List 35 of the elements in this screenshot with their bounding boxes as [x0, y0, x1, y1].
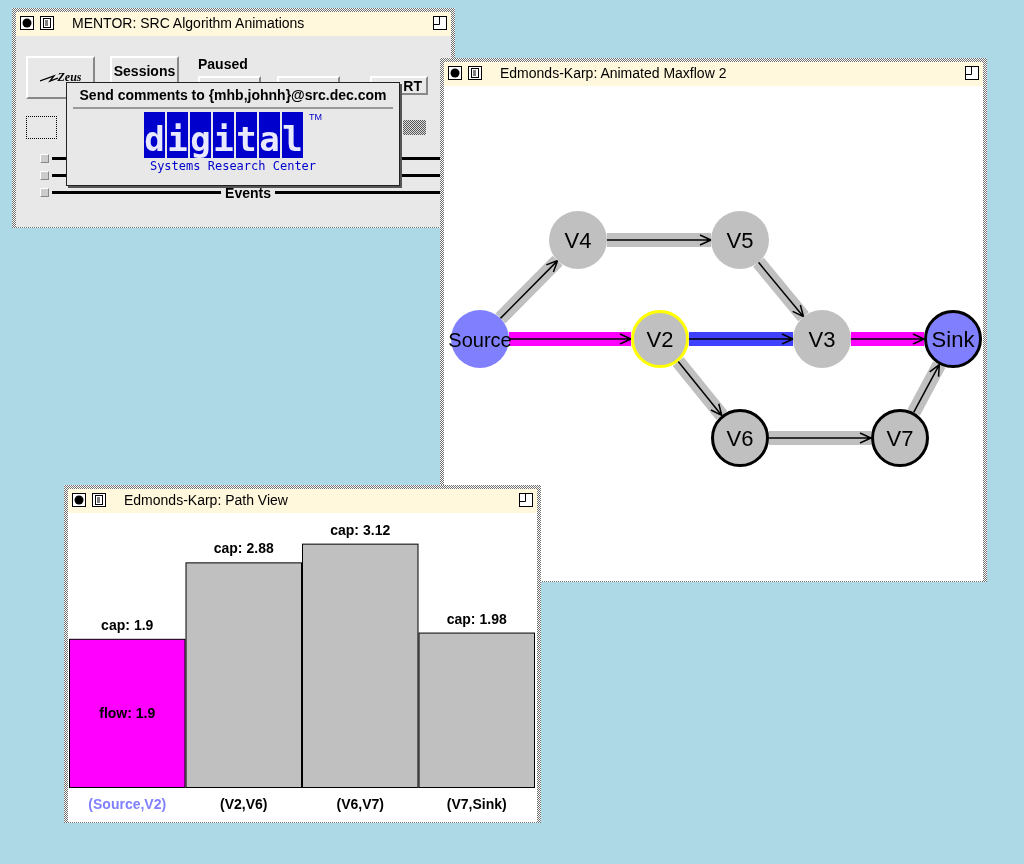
- trademark-text: TM: [309, 112, 322, 122]
- series-label: cap:: [213, 540, 243, 557]
- logo-letter: l: [282, 112, 303, 158]
- bar-annotation: flow: 1.9: [99, 704, 156, 721]
- logo-letter: i: [167, 112, 188, 158]
- axis-label: (V7,Sink): [446, 796, 507, 812]
- value-label: 2.88: [246, 540, 274, 557]
- logo-letter: a: [259, 112, 280, 158]
- node-label: V5: [726, 228, 754, 253]
- logo-letter: i: [213, 112, 234, 158]
- node-label: Source: [448, 329, 512, 351]
- node-label: V3: [808, 327, 836, 352]
- node-label: V6: [726, 426, 754, 451]
- logo-caption: Systems Research Center: [149, 159, 317, 173]
- logo-letter: d: [144, 112, 165, 158]
- node-label: V2: [646, 327, 674, 352]
- track-label: Events: [224, 184, 272, 201]
- logo-letter: g: [190, 112, 211, 158]
- window-title: Edmonds-Karp: Animated Maxflow 2: [500, 64, 727, 81]
- series-label: cap:: [101, 616, 130, 633]
- value-label: 3.12: [363, 521, 391, 538]
- axis-label: (V6,V7): [336, 796, 384, 812]
- value-label: 1.98: [479, 610, 507, 627]
- value-label: 1.9: [133, 616, 154, 633]
- series-label: cap:: [330, 521, 359, 538]
- window-title: MENTOR: SRC Algorithm Animations: [72, 14, 305, 31]
- logo-letter: t: [236, 112, 257, 158]
- axis-label: (Source,V2): [88, 796, 167, 812]
- node-label: V7: [886, 426, 914, 451]
- node-label: Sink: [931, 327, 975, 352]
- axis-label: (V2,V6): [220, 796, 268, 812]
- status-text: Paused: [198, 56, 249, 74]
- series-label: cap:: [446, 610, 476, 627]
- node-label: V4: [564, 228, 592, 253]
- window-title: Edmonds-Karp: Path View: [124, 491, 288, 508]
